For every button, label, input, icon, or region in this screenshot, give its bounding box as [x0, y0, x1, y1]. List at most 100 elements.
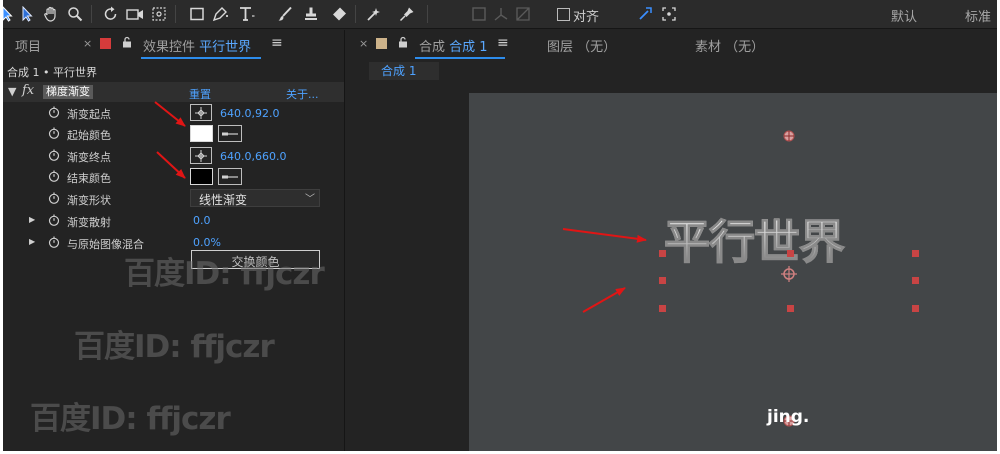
- transform-handle[interactable]: [659, 250, 666, 257]
- ramp-scatter-value[interactable]: 0.0: [193, 214, 211, 227]
- transform-handle[interactable]: [659, 277, 666, 284]
- ramp-start-point-button[interactable]: [190, 104, 212, 121]
- start-color-swatch[interactable]: [190, 125, 213, 142]
- camera-tool-icon[interactable]: [125, 4, 145, 24]
- clone-stamp-tool-icon[interactable]: [301, 4, 321, 24]
- reset-link[interactable]: 重置: [189, 86, 211, 102]
- snap-features-icon[interactable]: [659, 4, 679, 24]
- transform-handle[interactable]: [659, 305, 666, 312]
- type-tool-icon[interactable]: [237, 4, 257, 24]
- corner-logo: jing.: [767, 407, 810, 427]
- text-layer-parallel-world[interactable]: 平行世界: [664, 219, 846, 266]
- prop-ramp-end-label: 渐变终点: [67, 151, 111, 164]
- axis-mode-world-icon[interactable]: [491, 4, 511, 24]
- active-tab-indicator: [415, 57, 505, 59]
- transform-handle[interactable]: [787, 250, 794, 257]
- axis-mode-view-icon[interactable]: [513, 4, 533, 24]
- transform-handle[interactable]: [912, 305, 919, 312]
- end-color-eyedropper[interactable]: [218, 168, 242, 185]
- stopwatch-icon[interactable]: [48, 106, 60, 118]
- transform-handle[interactable]: [787, 305, 794, 312]
- tab-composition-prefix: 合成: [419, 40, 446, 55]
- effect-controls-panel: 项目 × 效果控件 平行世界 ≡ 合成 1 • 平行世界 ▼ fx 梯度渐变 重…: [3, 30, 345, 451]
- eyedropper-icon: [222, 132, 238, 135]
- snap-edges-icon[interactable]: [635, 4, 655, 24]
- lock-icon[interactable]: [121, 36, 133, 48]
- blend-value[interactable]: 0.0%: [193, 236, 221, 249]
- about-link[interactable]: 关于...: [286, 86, 319, 102]
- eyedropper-icon: [222, 175, 238, 178]
- stopwatch-icon[interactable]: [48, 170, 60, 182]
- brush-tool-icon[interactable]: [275, 4, 295, 24]
- tab-effect-controls-prefix: 效果控件: [143, 40, 196, 55]
- prop-ramp-shape-label: 渐变形状: [67, 194, 111, 207]
- axis-mode-local-icon[interactable]: [469, 4, 489, 24]
- stopwatch-icon[interactable]: [48, 236, 60, 248]
- ramp-start-value[interactable]: 640.0,92.0: [220, 107, 279, 120]
- roto-brush-tool-icon[interactable]: [365, 4, 385, 24]
- stopwatch-icon[interactable]: [48, 214, 60, 226]
- toolbar-separator: [427, 5, 428, 23]
- close-tab-icon[interactable]: ×: [83, 37, 92, 50]
- crosshair-icon: [195, 149, 207, 162]
- stopwatch-icon[interactable]: [48, 149, 60, 161]
- selection-tool-icon[interactable]: [3, 4, 17, 24]
- pen-tool-icon[interactable]: [211, 4, 231, 24]
- workspace-default[interactable]: 默认: [891, 6, 917, 25]
- stopwatch-icon[interactable]: [48, 127, 60, 139]
- collapse-triangle-icon[interactable]: ▼: [8, 85, 16, 98]
- puppet-pin-tool-icon[interactable]: [397, 4, 417, 24]
- tab-effect-controls-layer: 平行世界: [199, 40, 252, 55]
- expand-triangle-icon[interactable]: ▶: [29, 215, 35, 224]
- active-tab-indicator: [141, 57, 261, 59]
- effect-name-gradient-ramp[interactable]: 梯度渐变: [43, 85, 93, 99]
- tab-project[interactable]: 项目: [15, 36, 41, 55]
- fx-icon[interactable]: fx: [22, 83, 34, 98]
- toolbar-separator: [175, 5, 176, 23]
- ramp-end-value[interactable]: 640.0,660.0: [220, 150, 286, 163]
- tab-footage[interactable]: 素材 （无）: [695, 36, 764, 55]
- comp-navigator-chip[interactable]: 合成 1: [369, 62, 439, 80]
- rotate-tool-icon[interactable]: [101, 4, 121, 24]
- chevron-down-icon: ﹀: [305, 194, 315, 205]
- layer-label-color: [100, 38, 111, 49]
- ramp-shape-dropdown[interactable]: 线性渐变 ﹀: [190, 189, 320, 207]
- comp-layer-path: 合成 1 • 平行世界: [7, 66, 97, 79]
- transform-handle[interactable]: [912, 277, 919, 284]
- transform-handle[interactable]: [912, 250, 919, 257]
- panel-menu-icon[interactable]: ≡: [271, 35, 283, 51]
- pan-behind-tool-icon[interactable]: [149, 4, 169, 24]
- panel-menu-icon[interactable]: ≡: [497, 35, 509, 51]
- swap-colors-button[interactable]: 交换颜色: [191, 250, 320, 269]
- workspace-standard[interactable]: 标准: [965, 6, 991, 25]
- tools-toolbar: 对齐 默认 标准: [3, 0, 997, 29]
- close-tab-icon[interactable]: ×: [359, 37, 368, 50]
- tab-composition[interactable]: 合成 合成 1: [419, 36, 488, 55]
- eraser-tool-icon[interactable]: [329, 4, 349, 24]
- tab-layer[interactable]: 图层 （无）: [547, 36, 616, 55]
- zoom-tool-icon[interactable]: [65, 4, 85, 24]
- prop-ramp-start-label: 渐变起点: [67, 108, 111, 121]
- effect-header-row[interactable]: ▼ fx 梯度渐变 重置 关于...: [3, 82, 344, 102]
- toolbar-separator: [355, 5, 356, 23]
- hand-tool-icon[interactable]: [41, 4, 61, 24]
- lock-icon[interactable]: [397, 36, 409, 48]
- prop-blend-label: 与原始图像混合: [67, 238, 144, 251]
- stopwatch-icon[interactable]: [48, 192, 60, 204]
- tab-effect-controls[interactable]: 效果控件 平行世界: [143, 36, 251, 55]
- rectangle-tool-icon[interactable]: [187, 4, 207, 24]
- composition-canvas[interactable]: 平行世界: [469, 93, 997, 451]
- composition-panel: × 合成 合成 1 ≡ 图层 （无） 素材 （无） 合成 1 平行世界: [345, 30, 997, 451]
- prop-end-color-label: 结束颜色: [67, 172, 111, 185]
- snap-checkbox[interactable]: [557, 8, 570, 21]
- expand-triangle-icon[interactable]: ▶: [29, 237, 35, 246]
- anchor-point-icon[interactable]: [781, 266, 797, 282]
- toolbar-separator: [91, 5, 92, 23]
- comp-label-color: [376, 38, 387, 49]
- ramp-start-point-marker-icon[interactable]: [783, 130, 795, 142]
- tab-composition-name: 合成 1: [449, 40, 488, 55]
- end-color-swatch[interactable]: [190, 168, 213, 185]
- selection-arrow-icon[interactable]: [17, 4, 37, 24]
- ramp-end-point-button[interactable]: [190, 147, 212, 164]
- start-color-eyedropper[interactable]: [218, 125, 242, 142]
